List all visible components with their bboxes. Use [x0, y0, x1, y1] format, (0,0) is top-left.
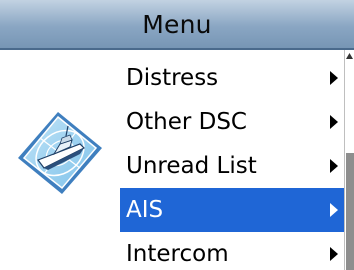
menu-screen: Menu Distress Other DSC Unread List AIS … [0, 0, 354, 270]
page-title: Menu [142, 9, 212, 39]
menu-item-intercom[interactable]: Intercom [120, 232, 344, 270]
chevron-right-icon [330, 159, 338, 173]
menu-item-label: Distress [126, 65, 219, 91]
boat-radar-chart-icon [18, 112, 102, 194]
menu-item-label: AIS [126, 197, 164, 223]
scroll-up-icon [346, 53, 353, 59]
chevron-right-icon [330, 71, 338, 85]
menu-item-unread-list[interactable]: Unread List [120, 144, 344, 188]
menu-item-label: Intercom [126, 241, 229, 267]
chevron-right-icon [330, 203, 338, 217]
scrollbar-thumb[interactable] [346, 153, 354, 270]
chevron-right-icon [330, 115, 338, 129]
menu-item-ais[interactable]: AIS [120, 188, 344, 232]
menu-list: Distress Other DSC Unread List AIS Inter… [120, 50, 344, 270]
menu-item-label: Other DSC [126, 109, 247, 135]
chevron-right-icon [330, 247, 338, 261]
menu-item-distress[interactable]: Distress [120, 56, 344, 100]
title-bar: Menu [0, 0, 354, 50]
menu-item-other-dsc[interactable]: Other DSC [120, 100, 344, 144]
scrollbar[interactable] [344, 50, 354, 270]
menu-item-label: Unread List [126, 153, 257, 179]
